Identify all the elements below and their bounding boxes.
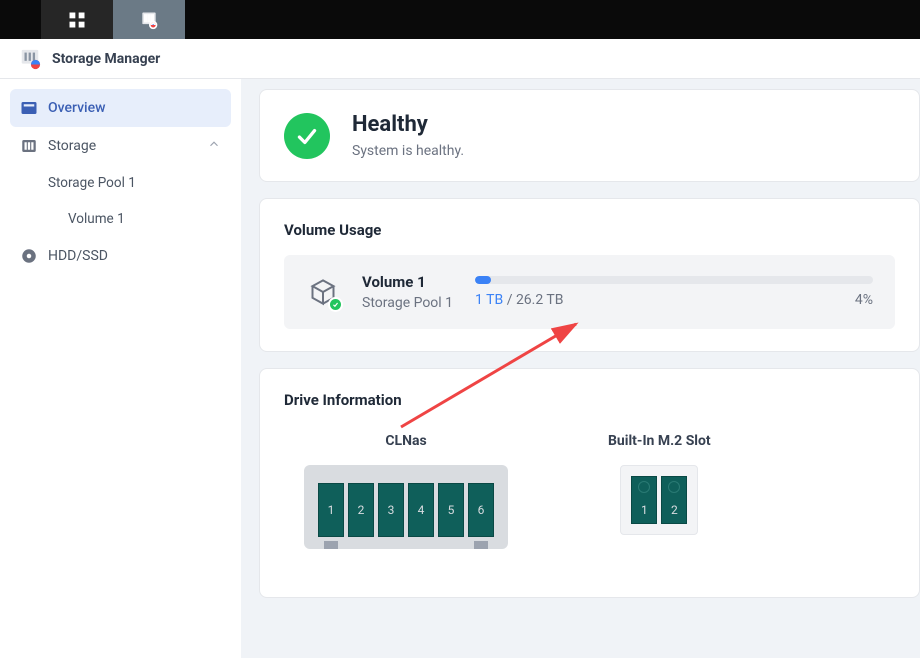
m2-bay-2[interactable]: 2 (661, 476, 687, 524)
disk-bay-6[interactable]: 6 (468, 483, 494, 537)
drive-information-card: Drive Information CLNas 123456 Built-In … (259, 368, 920, 598)
grid-icon (67, 10, 87, 30)
taskbar-apps-button[interactable] (41, 0, 113, 39)
volume-status-badge (328, 297, 343, 312)
sidebar-item-label: Volume 1 (68, 211, 125, 227)
volume-usage-card: Volume Usage Volume 1 Storage Pool 1 (259, 198, 920, 352)
m2-bay-1[interactable]: 1 (631, 476, 657, 524)
check-icon (332, 301, 339, 308)
health-subtitle: System is healthy. (352, 143, 464, 159)
storage-app-icon (139, 10, 159, 30)
sidebar-item-hdd-ssd[interactable]: HDD/SSD (10, 237, 231, 275)
volume-usage-heading: Volume Usage (284, 221, 895, 239)
disk-enclosure: 123456 (304, 465, 508, 549)
volume-progress-fill (475, 276, 491, 284)
disk-bay-5[interactable]: 5 (438, 483, 464, 537)
top-taskbar (0, 0, 920, 39)
health-title: Healthy (352, 112, 464, 137)
disk-bay-2[interactable]: 2 (348, 483, 374, 537)
window-title: Storage Manager (52, 51, 160, 67)
sidebar-item-storage[interactable]: Storage (10, 127, 231, 165)
overview-icon (20, 99, 38, 117)
chevron-up-icon (207, 137, 221, 155)
disk-bay-4[interactable]: 4 (408, 483, 434, 537)
volume-percent: 4% (855, 292, 873, 308)
volume-usage-line: 1 TB / 26.2 TB 4% (475, 292, 873, 308)
m2-slot-group: Built-In M.2 Slot 12 (608, 433, 711, 549)
volume-pool: Storage Pool 1 (362, 295, 453, 311)
sidebar-item-label: Overview (48, 100, 105, 116)
sidebar-item-label: HDD/SSD (48, 248, 108, 264)
volume-text: Volume 1 Storage Pool 1 (362, 273, 453, 311)
volume-separator: / (507, 292, 516, 308)
volume-name: Volume 1 (362, 273, 453, 291)
drive-enclosure-group: CLNas 123456 (304, 433, 508, 549)
disk-bays: 123456 (318, 483, 494, 537)
storage-icon (20, 137, 38, 155)
volume-total: 26.2 TB (516, 292, 564, 308)
main-content: Healthy System is healthy. Volume Usage (241, 79, 920, 658)
window-titlebar: Storage Manager (0, 39, 920, 79)
check-icon (294, 123, 320, 149)
sidebar-item-label: Storage Pool 1 (48, 175, 136, 191)
taskbar-storage-button[interactable] (113, 0, 185, 39)
enclosure-label: CLNas (385, 433, 426, 449)
volume-progress-bar (475, 276, 873, 284)
sidebar-item-overview[interactable]: Overview (10, 89, 231, 127)
disk-bay-3[interactable]: 3 (378, 483, 404, 537)
volume-row[interactable]: Volume 1 Storage Pool 1 1 TB / 26.2 TB 4… (284, 255, 895, 329)
storage-manager-icon (18, 47, 42, 71)
sidebar: Overview Storage Storage Pool 1 Volume 1… (0, 79, 241, 658)
health-status-icon (284, 113, 330, 159)
volume-used: 1 TB (475, 292, 503, 308)
drive-info-heading: Drive Information (284, 391, 895, 409)
volume-icon (306, 275, 340, 309)
disk-icon (20, 247, 38, 265)
m2-slot-label: Built-In M.2 Slot (608, 433, 711, 449)
health-card: Healthy System is healthy. (259, 89, 920, 182)
disk-bay-1[interactable]: 1 (318, 483, 344, 537)
m2-slot: 12 (620, 465, 698, 535)
sidebar-item-label: Storage (48, 138, 96, 154)
sidebar-item-volume-1[interactable]: Volume 1 (10, 201, 231, 237)
sidebar-item-storage-pool-1[interactable]: Storage Pool 1 (10, 165, 231, 201)
